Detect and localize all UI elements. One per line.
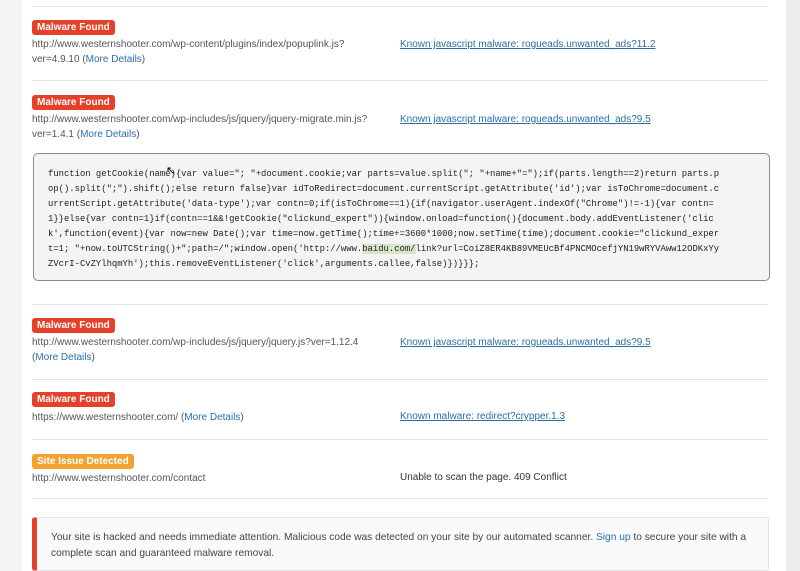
divider (32, 80, 768, 81)
malware-found-badge: Malware Found (32, 20, 115, 35)
paren: ) (240, 412, 244, 423)
divider (32, 304, 768, 305)
malware-found-badge: Malware Found (32, 392, 115, 407)
result-url: http://www.westernshooter.com/contact (32, 472, 382, 487)
divider (32, 498, 768, 499)
divider (32, 439, 768, 440)
paren: ) (136, 128, 140, 140)
url-text: http://www.westernshooter.com/wp-include… (32, 337, 359, 348)
url-text-cont: ver=4.9.10 (32, 53, 80, 65)
left-backdrop (0, 0, 22, 571)
highlighted-domain: baidu.com/ (362, 244, 416, 254)
malware-signature-link[interactable]: Known malware: redirect?crypper.1.3 (400, 411, 565, 422)
url-text: http://www.westernshooter.com/contact (32, 473, 206, 484)
divider (32, 379, 768, 380)
mouse-cursor-icon: ↖ (166, 165, 176, 177)
more-details-link[interactable]: More Details (86, 54, 142, 65)
code-text: function getCookie(name){var value="; "+… (48, 167, 755, 272)
site-issue-badge: Site Issue Detected (32, 454, 134, 469)
result-url: http://www.westernshooter.com/wp-include… (32, 113, 382, 142)
malware-signature-link[interactable]: Known javascript malware: rogueads.unwan… (400, 337, 651, 348)
url-text: https://www.westernshooter.com/ (32, 412, 179, 423)
paren: ) (141, 53, 146, 65)
more-details-link[interactable]: More Details (80, 129, 136, 140)
sign-up-link[interactable]: Sign up (596, 532, 631, 543)
result-url: https://www.westernshooter.com/ (More De… (32, 411, 382, 426)
malware-found-badge: Malware Found (32, 318, 115, 333)
url-text-cont: ver=1.4.1 (32, 128, 74, 140)
alert-text: Your site is hacked and needs immediate … (51, 532, 596, 543)
malware-signature-link[interactable]: Known javascript malware: rogueads.unwan… (400, 114, 651, 125)
url-text: http://www.westernshooter.com/wp-include… (32, 114, 368, 125)
scan-status-text: Unable to scan the page. 409 Conflict (400, 472, 567, 483)
malware-signature-link[interactable]: Known javascript malware: rogueads.unwan… (400, 39, 656, 50)
more-details-link[interactable]: More Details (184, 412, 240, 423)
alert-message: Your site is hacked and needs immediate … (51, 530, 768, 561)
code-segment: function getCookie(name){var value="; "+… (48, 169, 720, 254)
hacked-site-alert: Your site is hacked and needs immediate … (32, 517, 769, 571)
result-url: http://www.westernshooter.com/wp-include… (32, 336, 382, 365)
url-text: http://www.westernshooter.com/wp-content… (32, 39, 345, 50)
more-details-link[interactable]: More Details (35, 352, 91, 363)
result-url: http://www.westernshooter.com/wp-content… (32, 38, 382, 67)
divider (32, 6, 768, 7)
right-backdrop (786, 0, 800, 571)
paren: ) (91, 351, 95, 363)
malware-found-badge: Malware Found (32, 95, 115, 110)
malicious-code-snippet: function getCookie(name){var value="; "+… (33, 153, 770, 281)
